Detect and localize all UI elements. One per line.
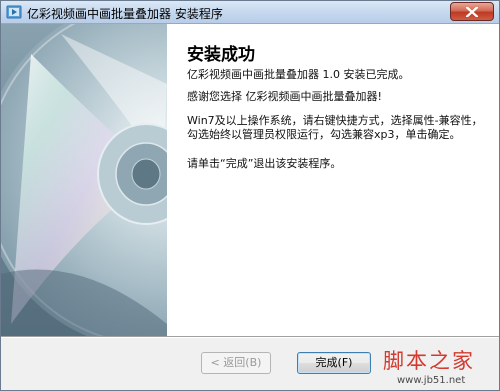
completed-text: 亿彩视频画中画批量叠加器 1.0 安装已完成。 bbox=[187, 68, 410, 81]
close-button[interactable] bbox=[450, 2, 494, 21]
installer-window: 亿彩视频画中画批量叠加器 安装程序 安装成功 亿彩视频画中画批量叠加器 1.0 … bbox=[0, 0, 500, 391]
back-button[interactable]: < 返回(B) bbox=[201, 352, 271, 374]
title-bar[interactable]: 亿彩视频画中画批量叠加器 安装程序 bbox=[1, 1, 499, 24]
installer-app-icon bbox=[6, 5, 22, 19]
divider bbox=[1, 336, 499, 338]
watermark-brand: 脚本之家 bbox=[383, 349, 475, 373]
watermark: 脚本之家 www.jb51.net bbox=[383, 345, 497, 389]
thanks-text: 感谢您选择 亿彩视频画中画批量叠加器! bbox=[187, 90, 382, 103]
window-title: 亿彩视频画中画批量叠加器 安装程序 bbox=[27, 7, 223, 21]
compatibility-note: Win7及以上操作系统，请右键快捷方式，选择属性-兼容性，勾选始终以管理员权限运… bbox=[187, 114, 483, 141]
exit-instruction: 请单击“完成”退出该安装程序。 bbox=[187, 157, 342, 170]
watermark-url: www.jb51.net bbox=[397, 375, 466, 386]
installer-side-image bbox=[1, 24, 167, 336]
content-panel: 安装成功 亿彩视频画中画批量叠加器 1.0 安装已完成。 感谢您选择 亿彩视频画… bbox=[167, 24, 499, 336]
finish-button[interactable]: 完成(F) bbox=[297, 352, 371, 374]
close-icon bbox=[466, 7, 478, 17]
page-heading: 安装成功 bbox=[187, 45, 255, 65]
